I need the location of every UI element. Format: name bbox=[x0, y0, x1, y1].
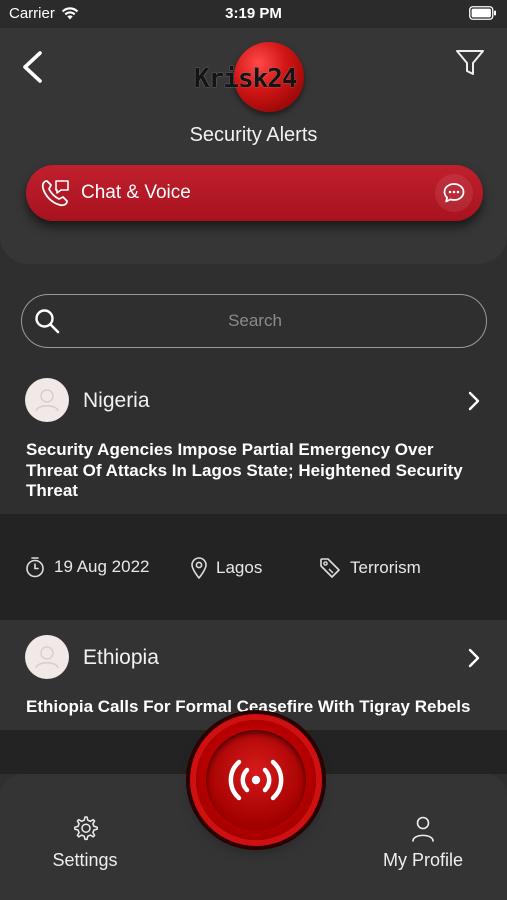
search-icon bbox=[35, 309, 60, 334]
nav-settings-label: Settings bbox=[52, 850, 118, 870]
alert-headline: Security Agencies Impose Partial Emergen… bbox=[26, 440, 463, 500]
chat-bubble-icon bbox=[443, 183, 465, 203]
alert-location: Lagos bbox=[190, 556, 262, 580]
status-time: 3:19 PM bbox=[225, 5, 282, 22]
avatar bbox=[25, 635, 69, 679]
chat-bubble-button[interactable] bbox=[435, 174, 473, 212]
location-pin-icon bbox=[191, 557, 207, 579]
logo-text: Krisk24 bbox=[194, 64, 298, 94]
avatar bbox=[25, 378, 69, 422]
filter-icon[interactable] bbox=[455, 48, 485, 78]
alert-country: Nigeria bbox=[83, 389, 150, 412]
user-icon bbox=[412, 816, 434, 842]
user-placeholder-icon bbox=[35, 646, 59, 669]
header-panel: Krisk24 Security Alerts Chat & Voice bbox=[0, 28, 507, 264]
nav-settings[interactable]: Settings bbox=[46, 814, 124, 871]
alert-date: 19 Aug 2022 bbox=[24, 556, 149, 578]
search-input[interactable] bbox=[68, 303, 442, 339]
tag-icon bbox=[320, 558, 340, 578]
gear-icon bbox=[74, 816, 98, 841]
status-bar: Carrier 3:19 PM bbox=[0, 0, 507, 28]
alert-meta: 19 Aug 2022 Lagos Terrorism bbox=[0, 514, 507, 620]
nav-my-profile[interactable]: My Profile bbox=[378, 814, 468, 871]
chat-voice-button[interactable]: Chat & Voice bbox=[26, 165, 483, 221]
sos-broadcast-button[interactable] bbox=[196, 720, 316, 840]
back-icon[interactable] bbox=[20, 50, 46, 84]
alert-card-header: Ethiopia Ethiopia Calls For Formal Cease… bbox=[0, 620, 507, 730]
phone-chat-icon bbox=[41, 180, 69, 207]
alert-date-text: 19 Aug 2022 bbox=[54, 557, 150, 576]
alert-category: Terrorism bbox=[318, 556, 421, 580]
alert-card[interactable]: Nigeria Security Agencies Impose Partial… bbox=[0, 366, 507, 620]
search-bar[interactable] bbox=[21, 294, 487, 348]
alert-category-text: Terrorism bbox=[350, 558, 421, 577]
user-placeholder-icon bbox=[35, 389, 59, 412]
alert-location-text: Lagos bbox=[216, 558, 263, 577]
broadcast-signal-icon bbox=[228, 759, 284, 801]
chat-voice-label: Chat & Voice bbox=[81, 182, 191, 203]
stopwatch-icon bbox=[26, 557, 44, 578]
chevron-right-icon[interactable] bbox=[467, 648, 481, 668]
alert-headline: Ethiopia Calls For Formal Ceasefire With… bbox=[26, 697, 471, 716]
chevron-right-icon[interactable] bbox=[467, 391, 481, 411]
app-logo: Krisk24 bbox=[192, 42, 314, 114]
alert-card-header: Nigeria Security Agencies Impose Partial… bbox=[0, 366, 507, 514]
battery-icon bbox=[469, 6, 496, 20]
nav-profile-label: My Profile bbox=[382, 850, 463, 870]
page-title: Security Alerts bbox=[189, 124, 318, 146]
alert-country: Ethiopia bbox=[83, 646, 159, 669]
